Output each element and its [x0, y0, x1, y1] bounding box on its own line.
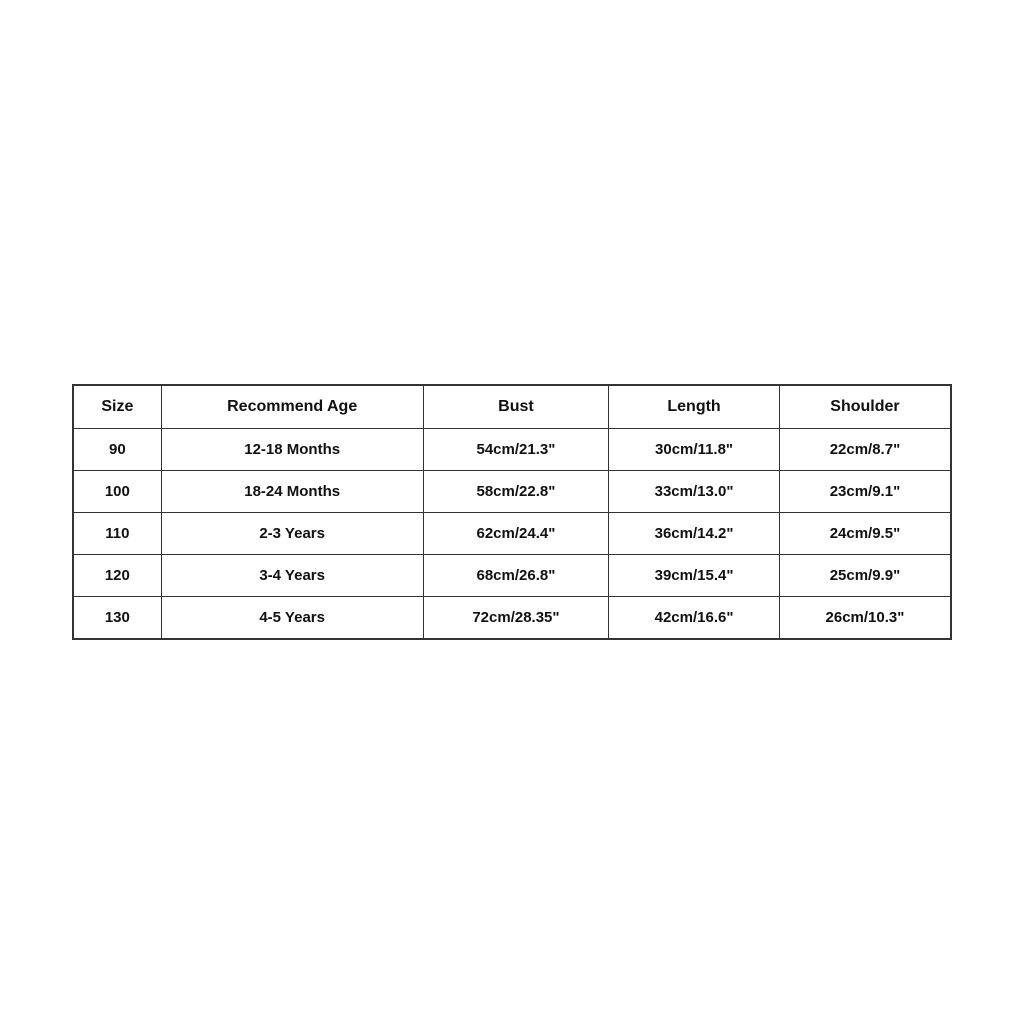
cell-size: 90 — [73, 429, 161, 471]
header-length: Length — [609, 385, 780, 429]
header-shoulder: Shoulder — [779, 385, 951, 429]
cell-length: 36cm/14.2" — [609, 513, 780, 555]
cell-length: 39cm/15.4" — [609, 555, 780, 597]
header-recommend-age: Recommend Age — [161, 385, 423, 429]
table-header-row: Size Recommend Age Bust Length Shoulder — [73, 385, 951, 429]
cell-size: 100 — [73, 471, 161, 513]
size-chart-table: Size Recommend Age Bust Length Shoulder … — [72, 384, 952, 640]
cell-age: 4-5 Years — [161, 597, 423, 640]
cell-shoulder: 25cm/9.9" — [779, 555, 951, 597]
table-row: 10018-24 Months58cm/22.8"33cm/13.0"23cm/… — [73, 471, 951, 513]
table-row: 1304-5 Years72cm/28.35"42cm/16.6"26cm/10… — [73, 597, 951, 640]
cell-size: 130 — [73, 597, 161, 640]
size-chart-container: Size Recommend Age Bust Length Shoulder … — [72, 384, 952, 640]
cell-size: 110 — [73, 513, 161, 555]
table-row: 9012-18 Months54cm/21.3"30cm/11.8"22cm/8… — [73, 429, 951, 471]
table-row: 1102-3 Years62cm/24.4"36cm/14.2"24cm/9.5… — [73, 513, 951, 555]
header-size: Size — [73, 385, 161, 429]
cell-shoulder: 23cm/9.1" — [779, 471, 951, 513]
cell-bust: 68cm/26.8" — [423, 555, 609, 597]
cell-bust: 58cm/22.8" — [423, 471, 609, 513]
cell-length: 42cm/16.6" — [609, 597, 780, 640]
cell-age: 18-24 Months — [161, 471, 423, 513]
cell-shoulder: 26cm/10.3" — [779, 597, 951, 640]
cell-age: 12-18 Months — [161, 429, 423, 471]
cell-bust: 72cm/28.35" — [423, 597, 609, 640]
cell-bust: 62cm/24.4" — [423, 513, 609, 555]
header-bust: Bust — [423, 385, 609, 429]
cell-length: 33cm/13.0" — [609, 471, 780, 513]
cell-age: 3-4 Years — [161, 555, 423, 597]
cell-length: 30cm/11.8" — [609, 429, 780, 471]
table-row: 1203-4 Years68cm/26.8"39cm/15.4"25cm/9.9… — [73, 555, 951, 597]
cell-shoulder: 22cm/8.7" — [779, 429, 951, 471]
cell-shoulder: 24cm/9.5" — [779, 513, 951, 555]
cell-bust: 54cm/21.3" — [423, 429, 609, 471]
cell-age: 2-3 Years — [161, 513, 423, 555]
cell-size: 120 — [73, 555, 161, 597]
